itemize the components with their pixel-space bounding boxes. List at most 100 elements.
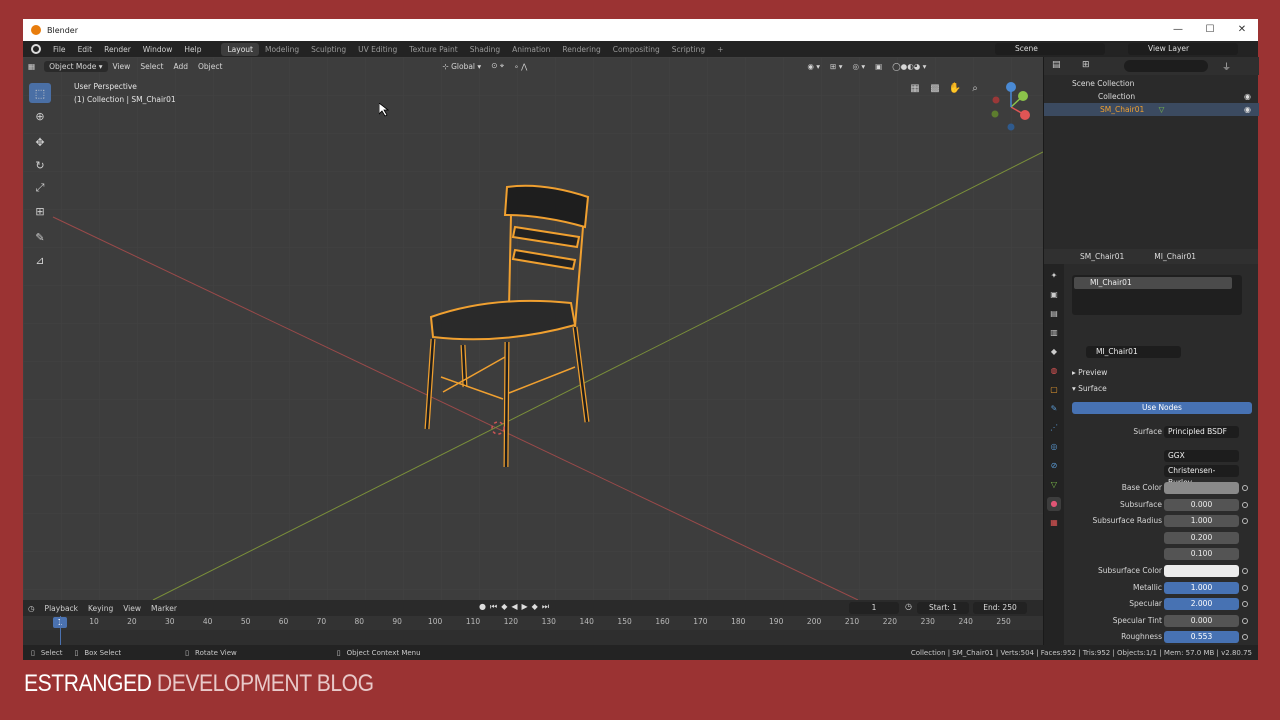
socket-link-icon[interactable]	[1242, 584, 1248, 591]
world-tab-icon[interactable]: ◍	[1047, 364, 1061, 378]
zoom-icon[interactable]: ⌕	[967, 83, 983, 97]
play-button[interactable]: ▶	[522, 602, 528, 612]
tab-scripting[interactable]: Scripting	[666, 43, 711, 56]
material-name-field[interactable]: MI_Chair01	[1086, 346, 1181, 358]
socket-link-icon[interactable]	[1242, 634, 1248, 641]
visibility-icon[interactable]: ◉ ▾	[802, 61, 825, 72]
value-slider[interactable]: 1.000	[1164, 515, 1239, 528]
mode-dropdown[interactable]: Object Mode ▾	[44, 60, 108, 72]
xray-icon[interactable]: ▣	[870, 61, 887, 72]
close-button[interactable]: ✕	[1226, 19, 1258, 41]
material-tab-icon[interactable]: ●	[1047, 497, 1061, 511]
shading-modes-icon[interactable]: ◯●◐◕ ▾	[887, 61, 931, 72]
transform-tool-icon[interactable]: ⊞	[29, 201, 51, 221]
tab-rendering[interactable]: Rendering	[556, 43, 606, 56]
surface-shader-dropdown[interactable]: Principled BSDF	[1164, 426, 1239, 438]
visibility-eye-icon[interactable]: ◉	[1244, 103, 1251, 116]
tab-modeling[interactable]: Modeling	[259, 43, 305, 56]
data-tab-icon[interactable]: ▽	[1047, 478, 1061, 492]
output-tab-icon[interactable]: ▤	[1047, 307, 1061, 321]
texture-tab-icon[interactable]: ▦	[1047, 516, 1061, 530]
jump-end-button[interactable]: ⏭	[542, 602, 549, 612]
outliner-search-input[interactable]	[1124, 60, 1208, 72]
record-button[interactable]: ●	[479, 602, 486, 612]
current-frame-field[interactable]: 1	[849, 602, 899, 614]
physics-tab-icon[interactable]: ◎	[1047, 440, 1061, 454]
select-box-tool-icon[interactable]: ⬚	[29, 83, 51, 103]
pan-hand-icon[interactable]: ✋	[947, 83, 963, 97]
socket-link-icon[interactable]	[1242, 485, 1248, 491]
overlays-icon[interactable]: ◎ ▾	[847, 61, 870, 72]
clock-icon[interactable]: ◷	[905, 602, 912, 611]
cursor-tool-icon[interactable]: ⊕	[29, 106, 51, 126]
outliner-row-scene-collection[interactable]: Scene Collection	[1044, 77, 1259, 90]
socket-link-icon[interactable]	[1242, 518, 1248, 525]
menu-add[interactable]: Add	[168, 61, 193, 72]
scene-tab-icon[interactable]: ◆	[1047, 345, 1061, 359]
outliner-row-collection[interactable]: Collection ◉	[1044, 90, 1259, 103]
blender-menu-icon[interactable]	[31, 44, 41, 54]
menu-select[interactable]: Select	[135, 61, 168, 72]
start-frame-field[interactable]: Start: 1	[917, 602, 969, 614]
tab-texture-paint[interactable]: Texture Paint	[403, 43, 463, 56]
play-reverse-button[interactable]: ◀	[511, 602, 517, 612]
next-keyframe-button[interactable]: ◆	[532, 602, 538, 612]
display-mode-icon[interactable]: ⊞	[1082, 60, 1090, 70]
menu-object[interactable]: Object	[193, 61, 227, 72]
socket-link-icon[interactable]	[1242, 501, 1248, 508]
snap-icon[interactable]: ⊙ ⌖	[486, 60, 509, 72]
value-slider[interactable]: 0.200	[1164, 531, 1239, 544]
constraints-tab-icon[interactable]: ⊘	[1047, 459, 1061, 473]
object-tab-icon[interactable]: ▢	[1047, 383, 1061, 397]
filter-icon[interactable]: ⏚	[1222, 60, 1231, 73]
value-slider[interactable]: 1.000	[1164, 581, 1239, 594]
distribution-dropdown[interactable]: GGX	[1164, 450, 1239, 462]
surface-panel-header[interactable]: ▾ Surface	[1072, 384, 1107, 393]
prev-keyframe-button[interactable]: ◆	[501, 602, 507, 612]
add-workspace-button[interactable]: +	[711, 43, 729, 56]
tab-sculpting[interactable]: Sculpting	[305, 43, 352, 56]
color-swatch[interactable]	[1164, 565, 1239, 577]
scale-tool-icon[interactable]: ⤢	[29, 178, 51, 198]
tab-layout[interactable]: Layout	[221, 42, 259, 56]
playhead[interactable]	[60, 616, 61, 645]
visibility-eye-icon[interactable]: ◉	[1244, 90, 1251, 103]
socket-link-icon[interactable]	[1242, 568, 1248, 574]
view-layer-selector[interactable]: View Layer	[1128, 43, 1238, 55]
value-slider[interactable]: 0.000	[1164, 614, 1239, 627]
tool-tab-icon[interactable]: ✦	[1047, 269, 1061, 283]
material-slot[interactable]: MI_Chair01	[1074, 277, 1232, 289]
view-layer-tab-icon[interactable]: ▥	[1047, 326, 1061, 340]
measure-tool-icon[interactable]: ⊿	[29, 250, 51, 270]
3d-viewport[interactable]: ▦ Object Mode ▾ View Select Add Object ⊹…	[23, 57, 1043, 600]
menu-keying[interactable]: Keying	[83, 604, 118, 613]
orientation-dropdown[interactable]: ⊹ Global ▾	[437, 61, 486, 72]
tab-animation[interactable]: Animation	[506, 43, 556, 56]
modifier-tab-icon[interactable]: ✎	[1047, 402, 1061, 416]
outliner-editor-icon[interactable]: ▤	[1052, 60, 1061, 70]
timeline-editor-icon[interactable]: ◷	[23, 604, 40, 613]
end-frame-field[interactable]: End: 250	[973, 602, 1027, 614]
editor-type-icon[interactable]: ▦	[23, 61, 40, 72]
menu-help[interactable]: Help	[178, 45, 207, 54]
menu-window[interactable]: Window	[137, 45, 179, 54]
menu-edit[interactable]: Edit	[72, 45, 99, 54]
value-slider[interactable]: 0.100	[1164, 548, 1239, 561]
tab-uv-editing[interactable]: UV Editing	[352, 43, 403, 56]
socket-link-icon[interactable]	[1242, 601, 1248, 608]
scene-selector[interactable]: Scene	[995, 43, 1105, 55]
menu-render[interactable]: Render	[98, 45, 137, 54]
preview-panel-header[interactable]: ▸ Preview	[1072, 368, 1107, 377]
value-slider[interactable]: 2.000	[1164, 598, 1239, 611]
jump-start-button[interactable]: ⏮	[490, 602, 497, 612]
value-slider[interactable]: 0.000	[1164, 498, 1239, 511]
menu-playback[interactable]: Playback	[40, 604, 83, 613]
subsurface-method-dropdown[interactable]: Christensen-Burley	[1164, 465, 1239, 487]
rotate-tool-icon[interactable]: ↻	[29, 155, 51, 175]
menu-view[interactable]: View	[108, 61, 136, 72]
color-swatch[interactable]	[1164, 482, 1239, 494]
menu-timeline-view[interactable]: View	[118, 604, 146, 613]
move-tool-icon[interactable]: ✥	[29, 132, 51, 152]
proportional-edit-icon[interactable]: ∘ ⋀	[509, 61, 532, 72]
gizmo-toggle-icon[interactable]: ⊞ ▾	[825, 61, 847, 72]
